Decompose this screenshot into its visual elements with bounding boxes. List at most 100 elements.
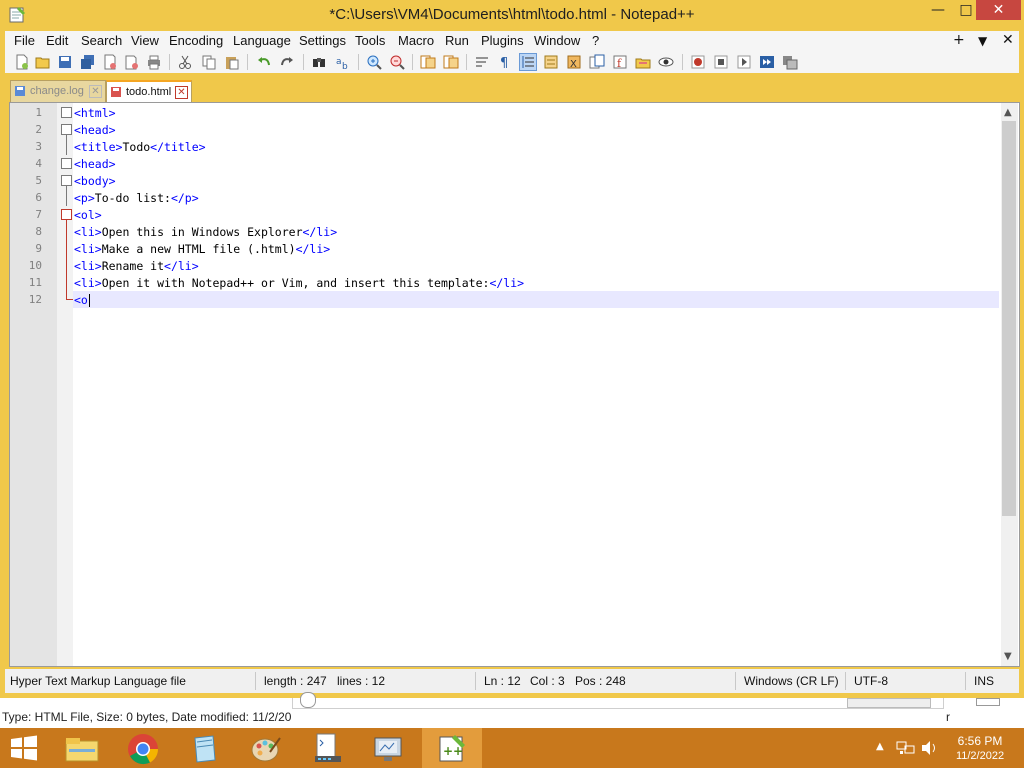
fold-margin[interactable]	[57, 103, 73, 666]
close-document-button[interactable]: ✕	[1002, 32, 1014, 48]
vertical-scrollbar[interactable]: ▲ ▼	[1001, 103, 1018, 666]
code-line[interactable]: <li>Open this in Windows Explorer</li>	[74, 225, 337, 239]
user-defined-language-icon[interactable]	[543, 54, 559, 70]
doc-map-icon[interactable]: X	[566, 54, 582, 70]
indent-guide-icon[interactable]	[519, 53, 537, 71]
menu-file[interactable]: File	[14, 33, 35, 48]
menu-run[interactable]: Run	[445, 33, 469, 48]
menu-encoding[interactable]: Encoding	[169, 33, 223, 48]
fold-toggle[interactable]	[61, 209, 72, 220]
word-wrap-icon[interactable]	[474, 54, 490, 70]
code-line[interactable]: <li>Rename it</li>	[74, 259, 199, 273]
show-all-characters-icon[interactable]: ¶	[497, 54, 513, 70]
menu-tools[interactable]: Tools	[355, 33, 385, 48]
menu-plugins[interactable]: Plugins	[481, 33, 524, 48]
folder-as-workspace-icon[interactable]	[635, 54, 651, 70]
zoom-out-icon[interactable]	[389, 54, 405, 70]
line-number: 4	[35, 157, 42, 170]
save-macro-icon[interactable]	[782, 54, 798, 70]
menu-view[interactable]: View	[131, 33, 159, 48]
code-line[interactable]: <head>	[74, 157, 116, 171]
clock-time[interactable]: 6:56 PM	[950, 734, 1010, 748]
save-all-icon[interactable]	[80, 54, 96, 70]
monitoring-icon[interactable]	[658, 54, 674, 70]
run-macro-multiple-icon[interactable]	[759, 54, 775, 70]
playback-icon[interactable]	[736, 54, 752, 70]
close-file-icon[interactable]	[102, 54, 118, 70]
fold-toggle[interactable]	[61, 158, 72, 169]
title-bar[interactable]: *C:\Users\VM4\Documents\html\todo.html -…	[0, 0, 1024, 31]
sync-vertical-icon[interactable]	[420, 54, 436, 70]
find-icon[interactable]	[311, 54, 327, 70]
tab-close-icon[interactable]: ✕	[175, 86, 188, 99]
show-hidden-icons-icon[interactable]: ▲	[876, 741, 884, 752]
scroll-down-icon[interactable]: ▼	[1004, 651, 1012, 662]
taskbar-notepad[interactable]	[174, 728, 234, 768]
close-all-icon[interactable]	[124, 54, 140, 70]
code-line[interactable]: <body>	[74, 174, 116, 188]
fold-end	[66, 299, 73, 300]
paste-icon[interactable]	[224, 54, 240, 70]
code-line[interactable]: <li>Make a new HTML file (.html)</li>	[74, 242, 330, 256]
doc-list-icon[interactable]	[589, 54, 605, 70]
network-icon[interactable]	[896, 739, 916, 757]
taskbar-chrome[interactable]	[113, 728, 173, 768]
html-tag-token: </li>	[295, 242, 331, 256]
explorer-control-edge	[976, 698, 1000, 706]
scrollbar-thumb[interactable]	[1002, 121, 1016, 516]
taskbar-paint[interactable]	[236, 728, 296, 768]
minimize-button[interactable]: —	[924, 2, 952, 24]
record-macro-icon[interactable]	[690, 54, 706, 70]
fold-toggle[interactable]	[61, 175, 72, 186]
status-insert-mode[interactable]: INS	[974, 674, 994, 688]
zoom-in-icon[interactable]	[366, 54, 382, 70]
taskbar-task-manager[interactable]	[297, 728, 357, 768]
redo-icon[interactable]	[279, 54, 295, 70]
menu-edit[interactable]: Edit	[46, 33, 68, 48]
menu-language[interactable]: Language	[233, 33, 291, 48]
tab-todo-html[interactable]: todo.html ✕	[106, 80, 192, 103]
open-file-icon[interactable]	[35, 54, 51, 70]
taskbar: ++ ▲ 6:56 PM 11/2/2022	[0, 728, 1024, 768]
menu-macro[interactable]: Macro	[398, 33, 434, 48]
function-list-icon[interactable]: f	[612, 54, 628, 70]
cut-icon[interactable]	[177, 54, 193, 70]
status-encoding[interactable]: UTF-8	[854, 674, 888, 688]
tab-close-icon[interactable]: ✕	[89, 85, 102, 98]
code-line[interactable]: <li>Open it with Notepad++ or Vim, and i…	[74, 276, 524, 290]
print-icon[interactable]	[146, 54, 162, 70]
sync-horizontal-icon[interactable]	[443, 54, 459, 70]
new-file-icon[interactable]	[14, 54, 30, 70]
new-tab-button[interactable]: +	[953, 32, 965, 48]
status-eol[interactable]: Windows (CR LF)	[744, 674, 839, 688]
stop-recording-icon[interactable]	[713, 54, 729, 70]
code-line[interactable]: <title>Todo</title>	[74, 140, 206, 154]
copy-icon[interactable]	[201, 54, 217, 70]
code-line[interactable]: <p>To-do list:</p>	[74, 191, 199, 205]
menu-settings[interactable]: Settings	[299, 33, 346, 48]
menu-search[interactable]: Search	[81, 33, 122, 48]
menu-window[interactable]: Window	[534, 33, 580, 48]
code-line[interactable]: <head>	[74, 123, 116, 137]
menu-help[interactable]: ?	[592, 33, 599, 48]
save-icon[interactable]	[57, 54, 73, 70]
code-line[interactable]: <o	[74, 293, 88, 307]
clock-date[interactable]: 11/2/2022	[950, 750, 1010, 762]
replace-icon[interactable]: ab	[335, 54, 351, 70]
scroll-up-icon[interactable]: ▲	[1004, 107, 1012, 118]
code-line[interactable]: <html>	[74, 106, 116, 120]
tab-list-dropdown-button[interactable]: ▼	[978, 34, 987, 48]
fold-toggle[interactable]	[61, 124, 72, 135]
editor-area[interactable]: 1 <html> 2 <head> 3 <title>Todo</title> 4 <head…	[9, 102, 1020, 667]
code-line[interactable]: <ol>	[74, 208, 102, 222]
start-button[interactable]	[0, 728, 60, 768]
volume-icon[interactable]	[920, 739, 940, 757]
tab-change-log[interactable]: change.log ✕	[10, 80, 106, 102]
html-tag-token: <li>	[74, 225, 102, 239]
taskbar-remote-desktop[interactable]	[359, 728, 419, 768]
fold-toggle[interactable]	[61, 107, 72, 118]
close-window-button[interactable]: ✕	[976, 0, 1021, 20]
taskbar-notepad-plus-plus[interactable]: ++	[422, 728, 482, 768]
undo-icon[interactable]	[256, 54, 272, 70]
taskbar-file-explorer[interactable]	[52, 728, 112, 768]
